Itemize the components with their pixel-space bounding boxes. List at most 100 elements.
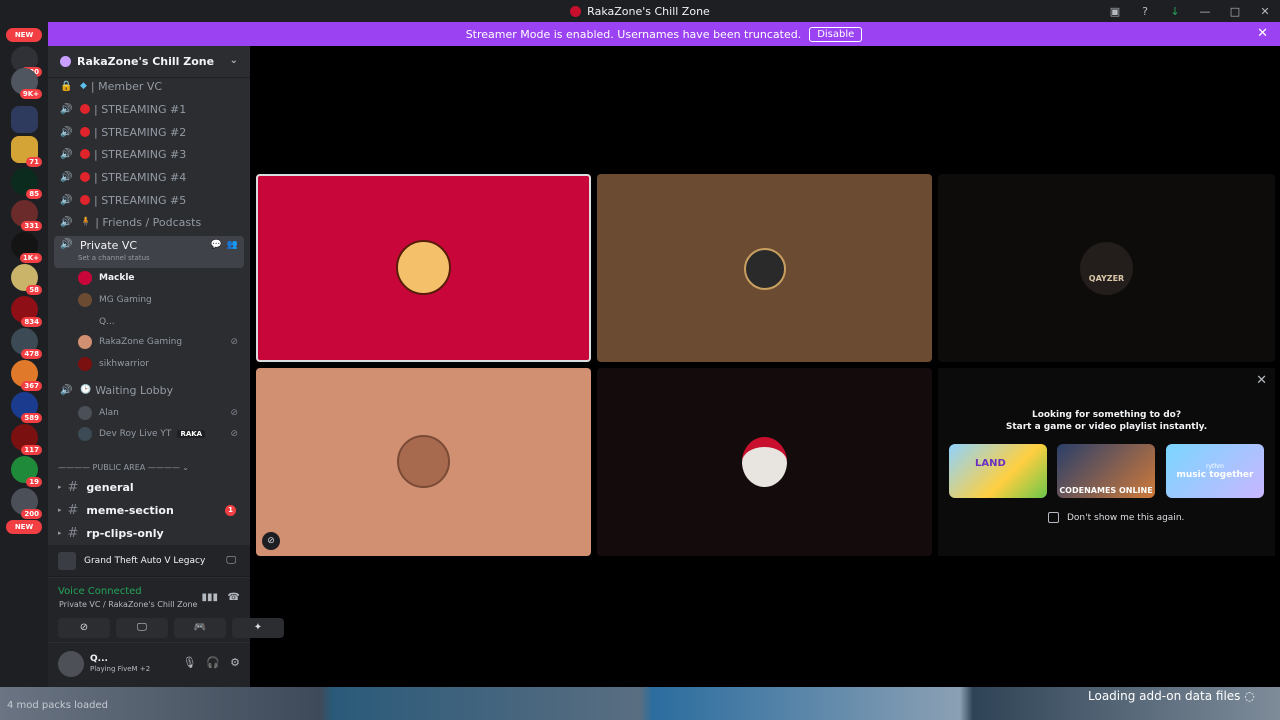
guild-icon[interactable]: 19	[11, 456, 42, 487]
guild-icon[interactable]: 58	[11, 264, 42, 295]
badge: 19	[26, 477, 42, 487]
badge: 834	[21, 317, 42, 327]
new-pill-bottom[interactable]: NEW	[6, 520, 42, 534]
channel-label: Private VC	[80, 239, 138, 252]
soundboard-button[interactable]: ✦	[232, 618, 284, 638]
guild-icon[interactable]: 1K+	[11, 232, 42, 263]
member-name: Dev Roy Live YT	[99, 429, 172, 439]
close-icon[interactable]: ✕	[1256, 373, 1267, 388]
avatar	[78, 427, 92, 441]
disable-button[interactable]: Disable	[809, 26, 863, 42]
activity-panel[interactable]: Grand Theft Auto V Legacy 🖵	[48, 545, 250, 577]
guild-icon[interactable]: 85	[11, 168, 42, 199]
text-channel-rp-clips[interactable]: ▸ # rp-clips-only	[58, 522, 164, 544]
game-background-strip: 4 mod packs loaded Loading add-on data f…	[0, 687, 1280, 720]
channel-status[interactable]: Set a channel status	[78, 254, 150, 262]
banner-close-icon[interactable]: ✕	[1257, 26, 1268, 41]
voice-member[interactable]: Dev Roy Live YT RAKA ⊘	[78, 424, 250, 444]
voice-location[interactable]: Private VC / RakaZone's Chill Zone	[59, 600, 197, 609]
voice-status[interactable]: Voice Connected	[58, 586, 142, 597]
guild-folder[interactable]: 200	[11, 488, 42, 519]
channel-stream-1[interactable]: 🔊 | STREAMING #1	[54, 98, 244, 120]
guild-icon[interactable]: 9K+	[11, 68, 42, 99]
channel-stream-4[interactable]: 🔊 | STREAMING #4	[54, 166, 244, 188]
video-tile[interactable]: ⊘	[256, 368, 591, 556]
activity-card[interactable]: LAND	[949, 444, 1047, 498]
mic-muted-icon: ⊘	[230, 408, 238, 418]
activity-card[interactable]: rythm music together	[1166, 444, 1264, 498]
video-tile[interactable]	[597, 368, 932, 556]
guild-icon[interactable]: 589	[11, 392, 42, 423]
stream-screen-icon[interactable]: 🖵	[226, 555, 236, 566]
download-icon[interactable]: ↓	[1160, 5, 1190, 18]
voice-member[interactable]: Mackle	[78, 268, 135, 288]
server-header[interactable]: RakaZone's Chill Zone ⌄	[48, 46, 250, 78]
gear-icon[interactable]: ⚙	[230, 656, 240, 669]
video-tile[interactable]: QAYZER	[938, 174, 1275, 362]
camera-off-button[interactable]: ⊘	[58, 618, 110, 638]
avatar[interactable]	[58, 651, 84, 677]
banner-text: Streamer Mode is enabled. Usernames have…	[465, 27, 802, 41]
username[interactable]: Q...	[90, 654, 108, 664]
checkbox-label: Don't show me this again.	[1067, 512, 1185, 523]
guild-icon[interactable]: 71	[11, 136, 42, 167]
member-name: RakaZone Gaming	[99, 337, 183, 347]
video-tile[interactable]	[256, 174, 591, 362]
maximize-button[interactable]: □	[1220, 5, 1250, 18]
game-name: Grand Theft Auto V Legacy	[84, 555, 206, 566]
channel-friends[interactable]: 🔊 🧍 | Friends / Podcasts	[54, 211, 244, 233]
voice-member[interactable]: Alan ⊘	[78, 403, 250, 423]
share-screen-button[interactable]: 🖵	[116, 618, 168, 638]
dont-show-checkbox[interactable]: Don't show me this again.	[1048, 512, 1184, 523]
folder-icon[interactable]	[11, 106, 38, 133]
member-name: Alan	[99, 408, 119, 418]
channel-stream-2[interactable]: 🔊 | STREAMING #2	[54, 121, 244, 143]
disconnect-icon[interactable]: ☎	[228, 592, 240, 603]
video-tile[interactable]	[597, 174, 932, 362]
chevron-down-icon[interactable]: ⌄	[230, 55, 238, 66]
noise-icon[interactable]: ▮▮▮	[201, 592, 218, 603]
close-window-button[interactable]: ✕	[1250, 5, 1280, 18]
add-member-icon[interactable]: 👥	[227, 240, 238, 250]
chat-icon[interactable]: 💬	[211, 240, 222, 250]
channel-stream-3[interactable]: 🔊 | STREAMING #3	[54, 143, 244, 165]
member-name: Q...	[99, 317, 115, 327]
category-public-area[interactable]: ———— PUBLIC AREA ———— ⌄	[58, 463, 189, 472]
streamer-mode-banner: Streamer Mode is enabled. Usernames have…	[48, 22, 1280, 46]
voice-member[interactable]: RakaZone Gaming ⊘	[78, 332, 250, 352]
guild-icon[interactable]: 331	[11, 200, 42, 231]
bullet-icon: ▸	[58, 506, 62, 514]
channel-waiting-lobby[interactable]: 🔊 🕒 Waiting Lobby	[54, 379, 244, 401]
bullet-icon: ▸	[58, 483, 62, 491]
speaker-icon: 🔊	[60, 148, 73, 160]
activity-button[interactable]: 🎮	[174, 618, 226, 638]
muted-video-icon: ⊘	[230, 337, 238, 347]
headphones-icon[interactable]: 🎧	[206, 656, 220, 669]
voice-member[interactable]: Q...	[78, 312, 115, 332]
guild-icon[interactable]: 478	[11, 328, 42, 359]
badge: 200	[21, 509, 42, 519]
avatar	[78, 293, 92, 307]
checkbox-icon[interactable]	[1048, 512, 1059, 523]
server-tag: RAKA	[177, 430, 206, 438]
microphone-icon[interactable]: 🎙	[182, 656, 196, 669]
guild-icon[interactable]: 834	[11, 296, 42, 327]
user-controls: 🎙 🎧 ⚙	[182, 656, 240, 669]
channel-stream-5[interactable]: 🔊 | STREAMING #5	[54, 189, 244, 211]
inbox-icon[interactable]: ▣	[1100, 5, 1130, 18]
guild-icon[interactable]: 367	[11, 360, 42, 391]
new-pill-top[interactable]: NEW	[6, 28, 42, 42]
channel-label: meme-section	[86, 503, 174, 517]
member-name: sikhwarrior	[99, 359, 149, 369]
channel-member-vc[interactable]: 🔒 ◆ | Member VC	[54, 75, 244, 97]
guild-icon[interactable]: 117	[11, 424, 42, 455]
help-icon[interactable]: ?	[1130, 5, 1160, 18]
activity-card[interactable]: CODENAMES ONLINE	[1057, 444, 1155, 498]
voice-member[interactable]: MG Gaming	[78, 290, 152, 310]
text-channel-general[interactable]: ▸ # general	[58, 476, 134, 498]
mic-muted-icon: ⊘	[230, 429, 238, 439]
minimize-button[interactable]: —	[1190, 5, 1220, 18]
text-channel-meme[interactable]: ▸ # meme-section 1	[58, 499, 248, 521]
channel-private-vc[interactable]: 🔊 Private VC Set a channel status 💬 👥	[54, 236, 244, 268]
voice-member[interactable]: sikhwarrior	[78, 354, 149, 374]
